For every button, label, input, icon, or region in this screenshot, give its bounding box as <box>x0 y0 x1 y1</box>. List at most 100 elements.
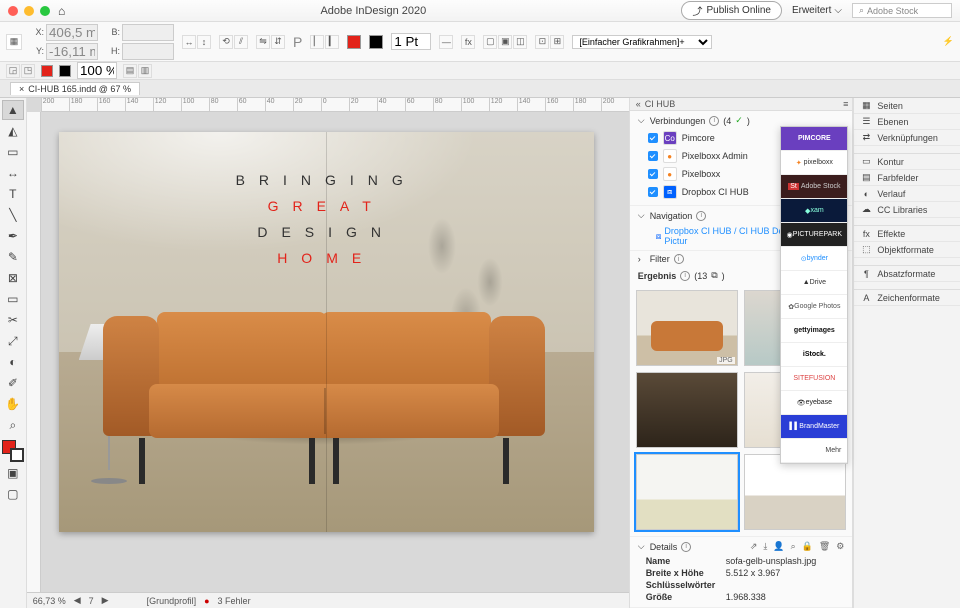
shear-icon[interactable]: ⫽ <box>234 35 248 49</box>
stroke-swatch[interactable] <box>369 35 383 49</box>
eyedropper-tool[interactable]: ✐ <box>2 373 24 393</box>
misc1-icon[interactable]: ▤ <box>123 64 137 78</box>
stroke-weight-field[interactable] <box>391 33 431 50</box>
fill-swatch[interactable] <box>347 35 361 49</box>
gear-icon[interactable]: ⚙ <box>836 541 844 552</box>
info-icon[interactable]: i <box>674 254 684 264</box>
rect-frame-tool[interactable]: ⊠ <box>2 268 24 288</box>
scale-x-icon[interactable]: ↔ <box>182 35 196 49</box>
stroke-swatch-2[interactable] <box>59 65 71 77</box>
scissors-tool[interactable]: ✂ <box>2 310 24 330</box>
brand-istock[interactable]: iStock. <box>781 343 847 367</box>
fit1[interactable]: ⊡ <box>535 35 549 49</box>
trash-icon[interactable]: 🗑 <box>819 541 830 552</box>
rect-tool[interactable]: ▭ <box>2 289 24 309</box>
user-icon[interactable]: 👤 <box>773 541 784 552</box>
gap-tool[interactable]: ↔ <box>2 163 24 183</box>
type-tool[interactable]: T <box>2 184 24 204</box>
rotate-icon[interactable]: ⟲ <box>219 35 233 49</box>
result-thumb[interactable] <box>636 372 738 448</box>
screen-mode-normal[interactable]: ▣ <box>2 463 24 483</box>
panel-menu-icon[interactable]: ≡ <box>843 99 846 109</box>
brand-google-photos[interactable]: ✿ Google Photos <box>781 295 847 319</box>
pen-tool[interactable]: ✒ <box>2 226 24 246</box>
transform-tool[interactable]: ⤢ <box>2 331 24 351</box>
wrap1[interactable]: ▢ <box>483 35 497 49</box>
result-thumb-selected[interactable] <box>636 454 738 530</box>
info-icon[interactable]: i <box>680 271 690 281</box>
bolt-icon[interactable]: ⚡ <box>943 36 954 47</box>
y-field[interactable] <box>46 43 98 60</box>
result-thumb[interactable] <box>744 454 846 530</box>
page-nav-prev[interactable]: ◀ <box>74 595 81 606</box>
adobe-stock-search[interactable]: ⌕ Adobe Stock <box>852 3 952 18</box>
panel-tab-ebenen[interactable]: ☰Ebenen <box>854 114 960 130</box>
brand-xam[interactable]: ◆ xam <box>781 199 847 223</box>
zoom-tool[interactable]: ⌕ <box>2 415 24 435</box>
misc2-icon[interactable]: ▥ <box>138 64 152 78</box>
close-window[interactable] <box>8 6 18 16</box>
brand-pixelboxx[interactable]: ✦ pixelboxx <box>781 151 847 175</box>
char-p-icon[interactable]: P <box>293 34 302 50</box>
panel-collapse-icon[interactable]: « <box>636 99 641 109</box>
align-center-icon[interactable]: ▎ <box>325 35 339 49</box>
link-icon[interactable]: ⇗ <box>750 541 758 552</box>
page-nav-next[interactable]: ▶ <box>102 595 109 606</box>
checkbox-icon[interactable] <box>648 151 658 161</box>
panel-tab-effekte[interactable]: fxEffekte <box>854 226 960 242</box>
direct-select-tool[interactable]: ◭ <box>2 121 24 141</box>
publish-online-button[interactable]: ⤴ Publish Online <box>681 1 781 20</box>
fill-swatch-2[interactable] <box>41 65 53 77</box>
document-spread[interactable]: BRINGING GREAT DESIGN HOME <box>59 132 594 532</box>
gradient-tool[interactable]: ◐ <box>2 352 24 372</box>
brand-eyebase[interactable]: 👁 eyebase <box>781 391 847 415</box>
corner-icon[interactable]: ◲ <box>6 64 20 78</box>
w-field[interactable] <box>122 24 174 41</box>
info-icon[interactable]: i <box>681 542 691 552</box>
h-field[interactable] <box>122 43 174 60</box>
hand-tool[interactable]: ✋ <box>2 394 24 414</box>
result-thumb[interactable]: JPG <box>636 290 738 366</box>
info-icon[interactable]: i <box>709 116 719 126</box>
brand-adobe-stock[interactable]: StAdobe Stock <box>781 175 847 199</box>
zoom-window[interactable] <box>40 6 50 16</box>
headline-text[interactable]: BRINGING GREAT DESIGN HOME <box>59 172 594 276</box>
checkbox-icon[interactable] <box>648 133 658 143</box>
download-icon[interactable]: ⤓ <box>763 541 767 552</box>
brand-more[interactable]: Mehr <box>781 439 847 463</box>
panel-tab-kontur[interactable]: ▭Kontur <box>854 154 960 170</box>
wrap2[interactable]: ▣ <box>498 35 512 49</box>
lock-icon[interactable]: 🔒 <box>802 541 813 552</box>
align-left-icon[interactable]: ▏ <box>310 35 324 49</box>
selection-tool[interactable]: ▲ <box>2 100 24 120</box>
object-style-select[interactable]: [Einfacher Grafikrahmen]+ <box>572 35 712 49</box>
wrap3[interactable]: ◫ <box>513 35 527 49</box>
panel-tab-verknüpfungen[interactable]: ⇄Verknüpfungen <box>854 130 960 146</box>
panel-tab-verlauf[interactable]: ◐Verlauf <box>854 186 960 202</box>
close-tab-icon[interactable]: × <box>19 84 24 94</box>
fill-stroke-proxy[interactable] <box>2 440 24 462</box>
flip-h-icon[interactable]: ⇋ <box>256 35 270 49</box>
zoom-field[interactable] <box>77 62 117 79</box>
fit2[interactable]: ⊞ <box>550 35 564 49</box>
panel-tab-absatzformate[interactable]: ¶Absatzformate <box>854 266 960 282</box>
panel-tab-objektformate[interactable]: ⬚Objektformate <box>854 242 960 258</box>
status-profileносิษฐ-profile[interactable]: [Grundprofil] <box>147 596 197 606</box>
brand-drive[interactable]: ▲ Drive <box>781 271 847 295</box>
brand-getty[interactable]: gettyimages <box>781 319 847 343</box>
stroke-style-icon[interactable]: — <box>439 35 453 49</box>
panel-header[interactable]: « CI HUB ≡ <box>630 98 853 111</box>
panel-tab-farbfelder[interactable]: ▤Farbfelder <box>854 170 960 186</box>
minimize-window[interactable] <box>24 6 34 16</box>
screen-mode-preview[interactable]: ▢ <box>2 484 24 504</box>
brand-brandmaster[interactable]: ▌▌BrandMaster <box>781 415 847 439</box>
home-icon[interactable]: ⌂ <box>58 4 65 18</box>
panel-tab-seiten[interactable]: ▦Seiten <box>854 98 960 114</box>
status-zoom[interactable]: 66,73 % <box>33 596 66 606</box>
brand-pimcore[interactable]: PIMCORE <box>781 127 847 151</box>
page-tool[interactable]: ▭ <box>2 142 24 162</box>
pasteboard[interactable]: BRINGING GREAT DESIGN HOME <box>41 112 629 592</box>
panel-tab-zeichenformate[interactable]: AZeichenformate <box>854 290 960 306</box>
brand-picturepark[interactable]: ◉ PICTUREPARK <box>781 223 847 247</box>
status-errors[interactable]: 3 Fehler <box>218 596 251 606</box>
